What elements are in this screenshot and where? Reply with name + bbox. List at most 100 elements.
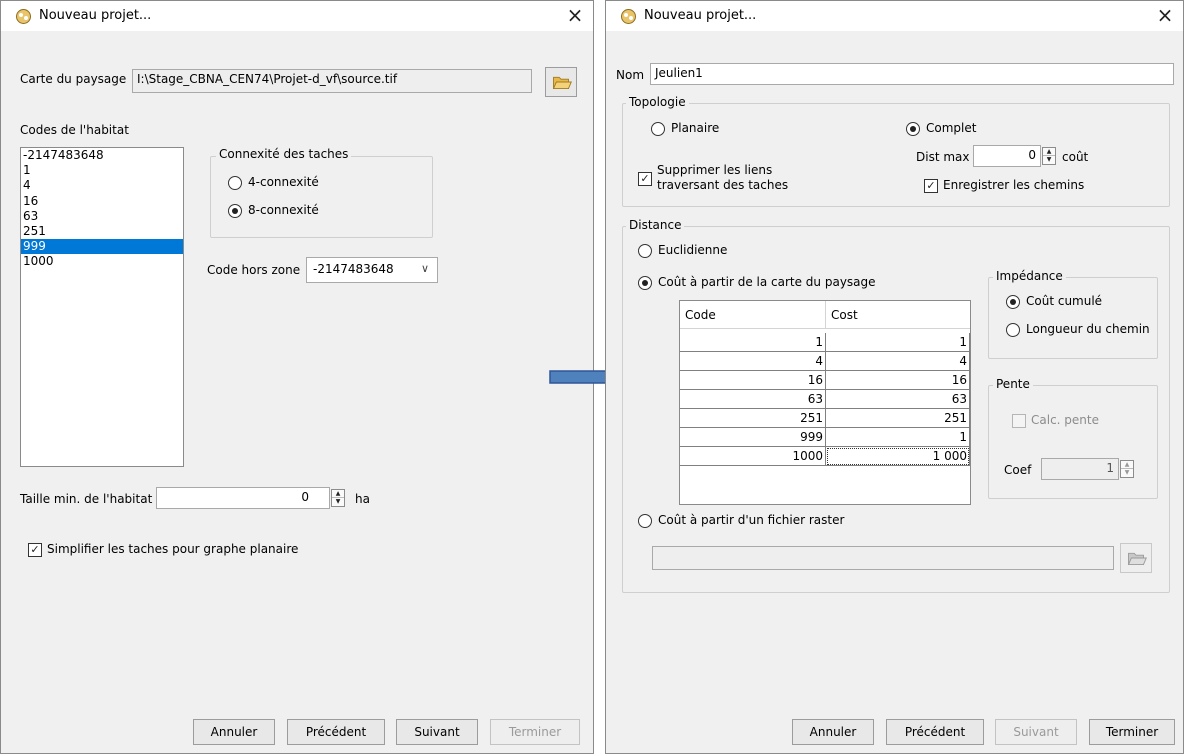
- browse-landscape-button[interactable]: [545, 67, 577, 97]
- app-icon: [16, 9, 31, 24]
- browse-raster-button: [1120, 543, 1152, 573]
- cell-code[interactable]: 1000: [680, 447, 826, 466]
- simplify-checkbox[interactable]: ✓: [28, 543, 42, 557]
- complete-label: Complet: [926, 121, 977, 135]
- coef-input: 1: [1041, 458, 1119, 480]
- name-label: Nom: [616, 68, 645, 82]
- previous-button[interactable]: Précédent: [886, 719, 984, 745]
- connexity-8-label: 8-connexité: [248, 203, 319, 217]
- cell-cost[interactable]: 63: [826, 390, 970, 409]
- list-item[interactable]: 1000: [21, 254, 183, 269]
- cancel-button[interactable]: Annuler: [792, 719, 874, 745]
- cumulative-cost-label: Coût cumulé: [1026, 294, 1103, 308]
- name-input[interactable]: Jeulien1: [650, 63, 1174, 85]
- landscape-label: Carte du paysage: [20, 72, 127, 86]
- cell-code[interactable]: 1: [680, 333, 826, 352]
- dialog-topology-distance: Nouveau projet... × Nom Jeulien1 Topolog…: [605, 0, 1184, 754]
- complete-radio[interactable]: [906, 122, 920, 136]
- cell-cost-focused[interactable]: 1 000: [826, 447, 970, 466]
- calc-slope-label: Calc. pente: [1031, 413, 1099, 427]
- title-bar[interactable]: Nouveau projet... ×: [606, 1, 1183, 31]
- spin-down-icon[interactable]: ▼: [332, 498, 344, 506]
- remove-links-label-2: traversant des taches: [657, 178, 789, 192]
- table-header: Code Cost: [680, 301, 970, 329]
- list-item[interactable]: -2147483648: [21, 148, 183, 163]
- connexity-8-radio[interactable]: [228, 204, 242, 218]
- column-header-cost[interactable]: Cost: [826, 301, 970, 329]
- connexity-group: [210, 156, 433, 238]
- coef-label: Coef: [1004, 463, 1032, 477]
- nodata-select[interactable]: -2147483648 ∨: [306, 257, 438, 283]
- remove-links-checkbox[interactable]: ✓: [638, 172, 652, 186]
- cell-code[interactable]: 251: [680, 409, 826, 428]
- dialog-habitat: Nouveau projet... × Carte du paysage I:\…: [0, 0, 594, 754]
- simplify-label: Simplifier les taches pour graphe planai…: [47, 542, 299, 556]
- title-bar[interactable]: Nouveau projet... ×: [1, 1, 593, 31]
- path-length-radio[interactable]: [1006, 323, 1020, 337]
- list-item[interactable]: 63: [21, 209, 183, 224]
- spin-up-icon[interactable]: ▲: [332, 490, 344, 498]
- close-icon[interactable]: ×: [563, 4, 587, 28]
- landscape-path-field[interactable]: I:\Stage_CBNA_CEN74\Projet-d_vf\source.t…: [132, 69, 532, 93]
- folder-icon: [552, 76, 572, 89]
- list-item[interactable]: 251: [21, 224, 183, 239]
- connexity-4-radio[interactable]: [228, 176, 242, 190]
- cell-cost[interactable]: 4: [826, 352, 970, 371]
- spin-up-icon: ▲: [1121, 461, 1133, 469]
- cell-cost[interactable]: 16: [826, 371, 970, 390]
- close-icon[interactable]: ×: [1153, 4, 1177, 28]
- cost-raster-radio[interactable]: [638, 514, 652, 528]
- cell-cost[interactable]: 1: [826, 333, 970, 352]
- nodata-label: Code hors zone: [207, 263, 301, 277]
- cancel-button[interactable]: Annuler: [193, 719, 275, 745]
- window-title: Nouveau projet...: [644, 8, 757, 23]
- dist-max-unit: coût: [1062, 150, 1089, 164]
- connexity-title: Connexité des taches: [216, 147, 352, 161]
- dist-max-label: Dist max: [916, 150, 970, 164]
- list-item[interactable]: 16: [21, 194, 183, 209]
- cost-raster-label: Coût à partir d'un fichier raster: [658, 513, 845, 527]
- min-size-spinner[interactable]: ▲ ▼: [331, 489, 345, 507]
- dist-max-spinner[interactable]: ▲ ▼: [1042, 147, 1056, 165]
- finish-button: Terminer: [490, 719, 580, 745]
- folder-icon: [1127, 552, 1147, 565]
- raster-path-field: [652, 546, 1114, 570]
- cell-cost[interactable]: 1: [826, 428, 970, 447]
- euclidean-label: Euclidienne: [658, 243, 728, 257]
- dist-max-input[interactable]: 0: [973, 145, 1041, 167]
- previous-button[interactable]: Précédent: [287, 719, 385, 745]
- list-item[interactable]: 4: [21, 178, 183, 193]
- cell-cost[interactable]: 251: [826, 409, 970, 428]
- cost-table[interactable]: Code Cost 1 1 4 4 16 16 63 63 251 251 99…: [679, 300, 971, 505]
- cell-code[interactable]: 999: [680, 428, 826, 447]
- cell-code[interactable]: 16: [680, 371, 826, 390]
- coef-spinner: ▲ ▼: [1120, 460, 1134, 478]
- cost-landscape-label: Coût à partir de la carte du paysage: [658, 275, 876, 289]
- next-button: Suivant: [995, 719, 1077, 745]
- column-header-code[interactable]: Code: [680, 301, 826, 329]
- distance-title: Distance: [626, 218, 685, 232]
- min-size-unit: ha: [355, 492, 370, 506]
- list-item-selected[interactable]: 999: [21, 239, 183, 255]
- cell-code[interactable]: 4: [680, 352, 826, 371]
- planar-radio[interactable]: [651, 122, 665, 136]
- list-item[interactable]: 1: [21, 163, 183, 178]
- planar-label: Planaire: [671, 121, 720, 135]
- cost-landscape-radio[interactable]: [638, 276, 652, 290]
- spin-down-icon: ▼: [1124, 469, 1130, 476]
- spin-down-icon[interactable]: ▼: [1043, 156, 1055, 164]
- finish-button[interactable]: Terminer: [1089, 719, 1175, 745]
- next-button[interactable]: Suivant: [396, 719, 478, 745]
- app-icon: [621, 9, 636, 24]
- cumulative-cost-radio[interactable]: [1006, 295, 1020, 309]
- remove-links-label-1: Supprimer les liens: [657, 163, 773, 177]
- euclidean-radio[interactable]: [638, 244, 652, 258]
- spin-up-icon[interactable]: ▲: [1043, 148, 1055, 156]
- calc-slope-checkbox: [1012, 414, 1026, 428]
- impedance-title: Impédance: [993, 269, 1066, 283]
- habitat-codes-list[interactable]: -2147483648 1 4 16 63 251 999 1000: [20, 147, 184, 467]
- cell-code[interactable]: 63: [680, 390, 826, 409]
- save-paths-checkbox[interactable]: ✓: [924, 179, 938, 193]
- min-size-input[interactable]: 0: [156, 487, 330, 509]
- slope-title: Pente: [993, 377, 1033, 391]
